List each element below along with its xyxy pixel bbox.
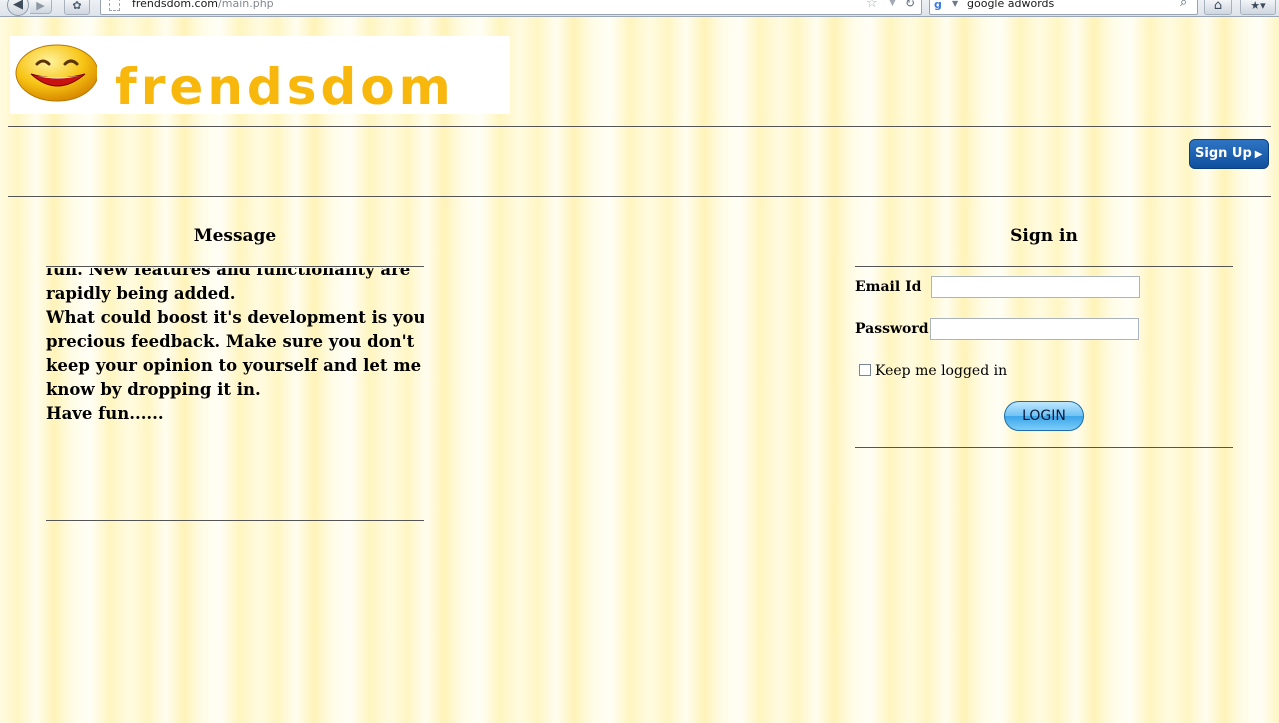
message-line: rapidly being added. — [46, 284, 236, 303]
message-line: What could boost it's development is you… — [46, 308, 424, 327]
header-divider — [8, 126, 1271, 127]
play-arrow-icon: ▶ — [1254, 149, 1263, 160]
logo-wordmark: frendsdom — [115, 58, 455, 116]
email-label: Email Id — [855, 279, 922, 295]
message-line: know by dropping it in. — [46, 380, 261, 399]
page-favicon-icon — [109, 0, 120, 11]
message-top-divider — [46, 266, 424, 267]
message-line: fun. New features and functionality are — [46, 268, 411, 279]
forward-arrow-icon: ▶ — [36, 0, 45, 12]
home-button[interactable]: ⌂ — [1204, 0, 1232, 15]
email-field[interactable] — [931, 276, 1140, 298]
keep-logged-in-checkbox[interactable] — [859, 364, 871, 376]
reload-icon[interactable]: ↻ — [905, 0, 915, 10]
sign-up-button[interactable]: Sign Up ▶ — [1189, 139, 1269, 169]
history-dropdown-icon[interactable]: ▼ — [889, 0, 896, 8]
back-button[interactable]: ◀ — [7, 0, 29, 16]
smiley-logo-icon — [15, 44, 97, 102]
login-button[interactable]: LOGIN — [1004, 401, 1084, 431]
sign-in-bottom-divider — [855, 447, 1233, 448]
sign-in-top-divider — [855, 266, 1233, 267]
message-text-area[interactable]: fun. New features and functionality are … — [46, 268, 424, 438]
extension-icon: ✿ — [72, 0, 82, 12]
address-text: frendsdom.com/main.php — [132, 0, 274, 11]
keep-logged-in-label[interactable]: Keep me logged in — [875, 362, 1007, 380]
search-icon[interactable]: ⌕ — [1180, 0, 1187, 10]
engine-dropdown-icon[interactable]: ▼ — [952, 0, 958, 8]
browser-toolbar: ◀ ▶ ✿ frendsdom.com/main.php ☆ ▼ ↻ g ▼ g… — [0, 0, 1279, 17]
message-line: precious feedback. Make sure you don't — [46, 332, 415, 351]
sign-up-label: Sign Up — [1195, 146, 1252, 161]
address-bar[interactable]: frendsdom.com/main.php ☆ ▼ ↻ — [100, 0, 922, 15]
message-heading: Message — [193, 226, 277, 246]
extension-button[interactable]: ✿ — [64, 0, 90, 15]
search-bar[interactable]: g ▼ google adwords ⌕ — [929, 0, 1198, 15]
url-path: /main.php — [218, 0, 274, 10]
forward-button[interactable]: ▶ — [30, 0, 52, 14]
sign-in-heading: Sign in — [1010, 226, 1078, 246]
site-logo[interactable]: frendsdom — [10, 36, 510, 114]
bookmarks-button[interactable]: ★▾ — [1240, 0, 1276, 15]
nav-divider — [8, 196, 1271, 197]
back-arrow-icon: ◀ — [13, 0, 23, 12]
password-label: Password — [855, 321, 929, 337]
home-icon: ⌂ — [1213, 0, 1223, 13]
message-line: keep your opinion to yourself and let me — [46, 356, 422, 375]
search-query: google adwords — [967, 0, 1055, 10]
message-lines: fun. New features and functionality are … — [46, 268, 424, 426]
bookmark-star-icon[interactable]: ☆ — [866, 0, 878, 11]
bookmarks-star-icon: ★▾ — [1250, 0, 1266, 12]
message-line: Have fun...... — [46, 404, 164, 423]
url-domain: frendsdom.com — [132, 0, 219, 10]
message-bottom-divider — [46, 520, 424, 521]
google-engine-icon[interactable]: g — [934, 0, 948, 11]
password-field[interactable] — [930, 318, 1139, 340]
